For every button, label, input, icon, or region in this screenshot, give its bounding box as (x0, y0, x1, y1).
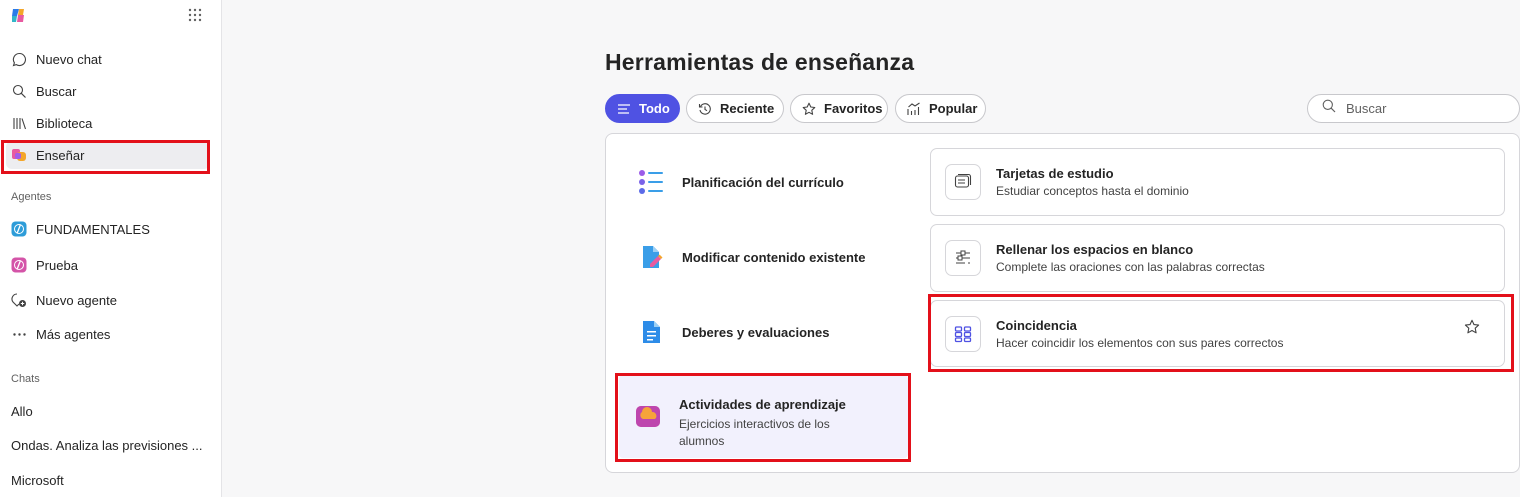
sidebar-item-label: FUNDAMENTALES (36, 221, 150, 237)
history-icon (698, 102, 712, 116)
sidebar-item-new-chat[interactable]: Nuevo chat (6, 45, 210, 73)
page-title: Herramientas de enseñanza (605, 49, 915, 75)
flashcards-icon (945, 164, 981, 200)
library-icon (11, 115, 27, 131)
category-description: Ejercicios interactivos de los alumnos (679, 417, 830, 448)
agent-icon (11, 257, 27, 273)
sidebar: Nuevo chat Buscar Biblioteca Enseñar Age… (0, 0, 222, 497)
agents-heading: Agentes (11, 191, 52, 203)
sidebar-item-label: Biblioteca (36, 115, 93, 131)
more-icon (11, 326, 27, 342)
list-icon (617, 102, 631, 116)
search-box[interactable] (1307, 94, 1520, 123)
category-label: Deberes y evaluaciones (682, 324, 830, 340)
category-curriculum-planning[interactable]: Planificación del currículo (622, 169, 902, 195)
sidebar-item-teach[interactable]: Enseñar (6, 141, 210, 169)
filter-label: Todo (639, 101, 670, 116)
sidebar-item-more-agents[interactable]: Más agentes (6, 320, 210, 348)
sidebar-item-label: Enseñar (36, 147, 85, 163)
filter-recent-button[interactable]: Reciente (686, 94, 784, 123)
sidebar-item-label: Prueba (36, 257, 78, 273)
filter-label: Favoritos (824, 101, 883, 116)
card-description: Hacer coincidir los elementos con sus pa… (996, 335, 1284, 350)
category-label: Planificación del currículo (682, 174, 844, 190)
copilot-logo-icon[interactable] (10, 7, 27, 24)
search-icon (1322, 99, 1336, 118)
agent-icon (11, 221, 27, 237)
card-description: Complete las oraciones con las palabras … (996, 260, 1265, 274)
search-input[interactable] (1346, 101, 1506, 116)
tool-card-matching[interactable]: Coincidencia Hacer coincidir los element… (930, 300, 1505, 367)
sidebar-item-prueba[interactable]: Prueba (6, 251, 210, 279)
filter-label: Popular (929, 101, 978, 116)
chat-item[interactable]: Allo (11, 404, 33, 419)
chat-icon (11, 51, 27, 67)
category-label: Actividades de aprendizaje (679, 397, 846, 412)
edit-document-icon (643, 246, 663, 268)
category-modify-content[interactable]: Modificar contenido existente (622, 244, 902, 270)
sidebar-item-search[interactable]: Buscar (6, 77, 210, 105)
card-description: Estudiar conceptos hasta el dominio (996, 184, 1189, 198)
checklist-icon (639, 170, 663, 194)
sidebar-item-label: Más agentes (36, 326, 111, 342)
sidebar-item-label: Buscar (36, 83, 77, 99)
chats-heading: Chats (11, 373, 40, 385)
card-title: Rellenar los espacios en blanco (996, 242, 1194, 257)
tool-card-flashcards[interactable]: Tarjetas de estudio Estudiar conceptos h… (930, 148, 1505, 216)
new-agent-icon (11, 292, 27, 308)
sidebar-item-fundamentales[interactable]: FUNDAMENTALES (6, 215, 210, 243)
filter-popular-button[interactable]: Popular (895, 94, 986, 123)
app-launcher-icon[interactable] (188, 8, 202, 22)
category-label: Modificar contenido existente (682, 249, 866, 265)
sidebar-item-library[interactable]: Biblioteca (6, 109, 210, 137)
chat-item[interactable]: Ondas. Analiza las previsiones ... (11, 438, 203, 453)
card-title: Coincidencia (996, 317, 1077, 333)
search-icon (11, 83, 27, 99)
category-homework-assessments[interactable]: Deberes y evaluaciones (622, 319, 902, 345)
favorite-star-icon[interactable] (1464, 319, 1480, 335)
filter-favorites-button[interactable]: Favoritos (790, 94, 888, 123)
learning-activities-icon (636, 406, 660, 427)
tool-card-fill-in-blanks[interactable]: Rellenar los espacios en blanco Complete… (930, 224, 1505, 292)
filter-all-button[interactable]: Todo (605, 94, 680, 123)
matching-icon (945, 315, 981, 352)
chat-item[interactable]: Microsoft (11, 473, 64, 488)
trending-icon (907, 102, 921, 116)
sidebar-item-label: Nuevo chat (36, 51, 102, 67)
sidebar-item-new-agent[interactable]: Nuevo agente (6, 286, 210, 314)
sidebar-item-label: Nuevo agente (36, 292, 117, 308)
document-icon (643, 321, 660, 343)
teach-icon (11, 147, 27, 163)
star-icon (802, 102, 816, 116)
filter-label: Reciente (720, 101, 775, 116)
category-learning-activities[interactable]: Actividades de aprendizaje Ejercicios in… (619, 375, 908, 458)
card-title: Tarjetas de estudio (996, 166, 1114, 181)
fill-blanks-icon (945, 240, 981, 276)
